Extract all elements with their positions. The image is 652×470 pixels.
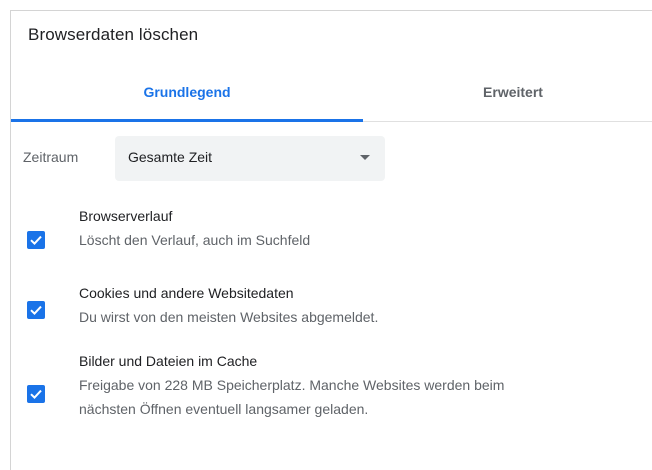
- tab-advanced[interactable]: Erweitert: [363, 63, 652, 121]
- option-description: Freigabe von 228 MB Speicherplatz. Manch…: [79, 377, 505, 393]
- time-range-label: Zeitraum: [23, 149, 79, 165]
- option-description: nächsten Öffnen eventuell langsamer gela…: [79, 401, 369, 417]
- option-description: Du wirst von den meisten Websites abgeme…: [79, 309, 379, 325]
- clear-browsing-data-dialog: Browserdaten löschen Grundlegend Erweite…: [10, 10, 652, 470]
- cookies-checkbox[interactable]: [27, 301, 45, 319]
- time-range-select[interactable]: Gesamte Zeit: [115, 136, 385, 181]
- tab-basic-label: Grundlegend: [143, 84, 231, 100]
- dialog-title: Browserdaten löschen: [28, 25, 199, 44]
- active-tab-indicator: [11, 119, 363, 122]
- tab-bar: Grundlegend Erweitert: [11, 63, 652, 122]
- option-description: Löscht den Verlauf, auch im Suchfeld: [79, 232, 311, 248]
- checkmark-icon: [30, 305, 42, 316]
- dropdown-arrow-icon: [360, 155, 370, 160]
- option-title: Cookies und andere Websitedaten: [79, 285, 294, 301]
- checkmark-icon: [30, 389, 42, 400]
- option-title: Browserverlauf: [79, 208, 173, 224]
- tab-advanced-label: Erweitert: [483, 84, 543, 100]
- cache-checkbox[interactable]: [27, 385, 45, 403]
- time-range-row: Zeitraum Gesamte Zeit: [11, 136, 652, 181]
- checkmark-icon: [30, 235, 42, 246]
- browsing-history-checkbox[interactable]: [27, 231, 45, 249]
- time-range-value: Gesamte Zeit: [128, 149, 213, 165]
- option-title: Bilder und Dateien im Cache: [79, 353, 258, 369]
- tab-basic[interactable]: Grundlegend: [11, 63, 363, 121]
